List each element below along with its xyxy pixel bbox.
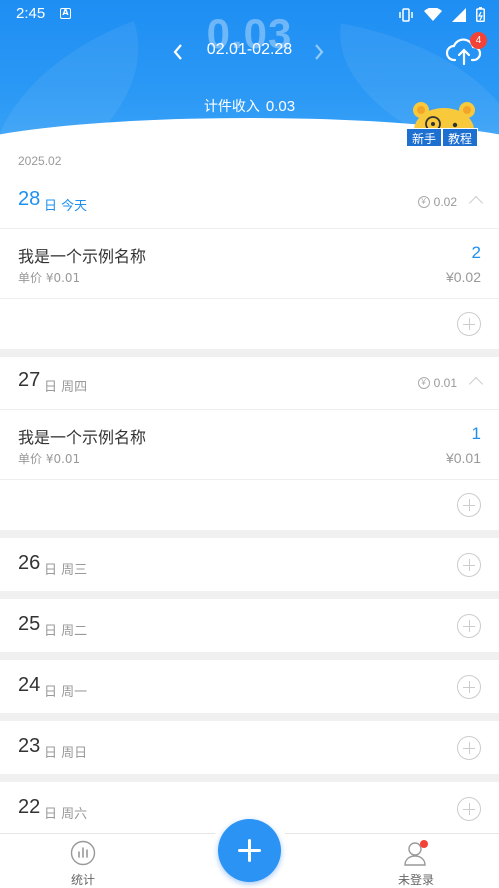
day-label: 日 周六 <box>44 807 88 822</box>
add-circle-icon[interactable] <box>457 493 481 517</box>
day-row[interactable]: 24 日 周一 <box>0 660 499 713</box>
signal-icon <box>452 7 466 22</box>
day-label: 日 周日 <box>44 746 88 761</box>
item-total: ¥0.02 <box>445 269 481 285</box>
stats-icon <box>70 840 96 866</box>
vibrate-icon <box>399 7 413 22</box>
nav-user[interactable]: 未登录 <box>376 840 456 888</box>
day-sum-value: 0.01 <box>433 376 457 390</box>
app-notification-icon: A <box>60 8 71 19</box>
day-number: 28 <box>18 188 41 210</box>
item-total: ¥0.01 <box>445 450 481 466</box>
period-selector: 02.01-02.28 <box>0 38 499 64</box>
day-number: 22 <box>18 796 41 818</box>
screen: 0.03 2:45 A 02.01-02.28 4 计件收入 0.03 新手 教… <box>0 0 499 888</box>
battery-icon <box>476 7 485 22</box>
add-circle-icon[interactable] <box>457 797 481 821</box>
divider <box>0 713 499 721</box>
period-range[interactable]: 02.01-02.28 <box>0 41 499 59</box>
day-sum: ¥0.01 <box>417 376 457 390</box>
divider <box>0 652 499 660</box>
item-name: 我是一个示例名称 <box>18 247 147 266</box>
item-name: 我是一个示例名称 <box>18 428 147 447</box>
divider <box>0 591 499 599</box>
divider <box>0 774 499 782</box>
item-quantity: 2 <box>471 243 481 262</box>
day-label: 日 周一 <box>44 685 88 700</box>
day-row[interactable]: 23 日 周日 <box>0 721 499 774</box>
day-header[interactable]: 28 日 今天 ¥0.02 <box>0 176 499 229</box>
header: 0.03 2:45 A 02.01-02.28 4 计件收入 0.03 新手 教… <box>0 0 499 150</box>
add-circle-icon[interactable] <box>457 312 481 336</box>
day-row[interactable]: 26 日 周三 <box>0 538 499 591</box>
day-number: 27 <box>18 369 41 391</box>
record-list: 2025.02 28 日 今天 ¥0.02 我是一个示例名称 单价 ¥0.01 … <box>0 146 499 835</box>
coin-icon: ¥ <box>417 196 430 208</box>
day-header[interactable]: 27 日 周四 ¥0.01 <box>0 357 499 410</box>
status-icons <box>398 7 485 22</box>
month-label: 2025.02 <box>0 146 499 176</box>
day-row[interactable]: 25 日 周二 <box>0 599 499 652</box>
income-label: 计件收入 <box>203 99 260 115</box>
status-time: 2:45 <box>16 5 46 22</box>
chevron-right-icon[interactable] <box>313 42 325 62</box>
day-number: 25 <box>18 613 41 635</box>
day-label: 日 今天 <box>44 199 88 214</box>
add-row <box>0 480 499 530</box>
divider <box>0 349 499 357</box>
status-bar: 2:45 A <box>0 0 499 28</box>
list-item[interactable]: 我是一个示例名称 单价 ¥0.01 1 ¥0.01 <box>0 410 499 480</box>
coin-icon: ¥ <box>417 377 430 389</box>
day-number: 23 <box>18 735 41 757</box>
day-number: 24 <box>18 674 41 696</box>
divider <box>0 530 499 538</box>
income-value: 0.03 <box>265 98 296 115</box>
nav-stats[interactable]: 统计 <box>43 840 123 888</box>
sync-badge: 4 <box>470 32 487 49</box>
item-quantity: 1 <box>471 424 481 443</box>
add-circle-icon[interactable] <box>457 553 481 577</box>
add-circle-icon[interactable] <box>457 614 481 638</box>
chevron-up-icon[interactable] <box>468 376 484 392</box>
add-row <box>0 299 499 349</box>
user-icon <box>404 840 428 866</box>
day-label: 日 周四 <box>44 380 88 395</box>
nav-user-label: 未登录 <box>397 873 434 887</box>
day-label: 日 周三 <box>44 563 88 578</box>
add-record-button[interactable] <box>218 819 281 882</box>
item-unit-price: 单价 ¥0.01 <box>18 452 81 466</box>
day-sum: ¥0.02 <box>417 195 457 209</box>
item-unit-price: 单价 ¥0.01 <box>18 271 81 285</box>
nav-stats-label: 统计 <box>70 873 95 887</box>
day-number: 26 <box>18 552 41 574</box>
list-item[interactable]: 我是一个示例名称 单价 ¥0.01 2 ¥0.02 <box>0 229 499 299</box>
day-label: 日 周二 <box>44 624 88 639</box>
add-circle-icon[interactable] <box>457 736 481 760</box>
add-circle-icon[interactable] <box>457 675 481 699</box>
wifi-icon <box>424 7 442 21</box>
day-sum-value: 0.02 <box>433 195 457 209</box>
chevron-up-icon[interactable] <box>468 195 484 211</box>
